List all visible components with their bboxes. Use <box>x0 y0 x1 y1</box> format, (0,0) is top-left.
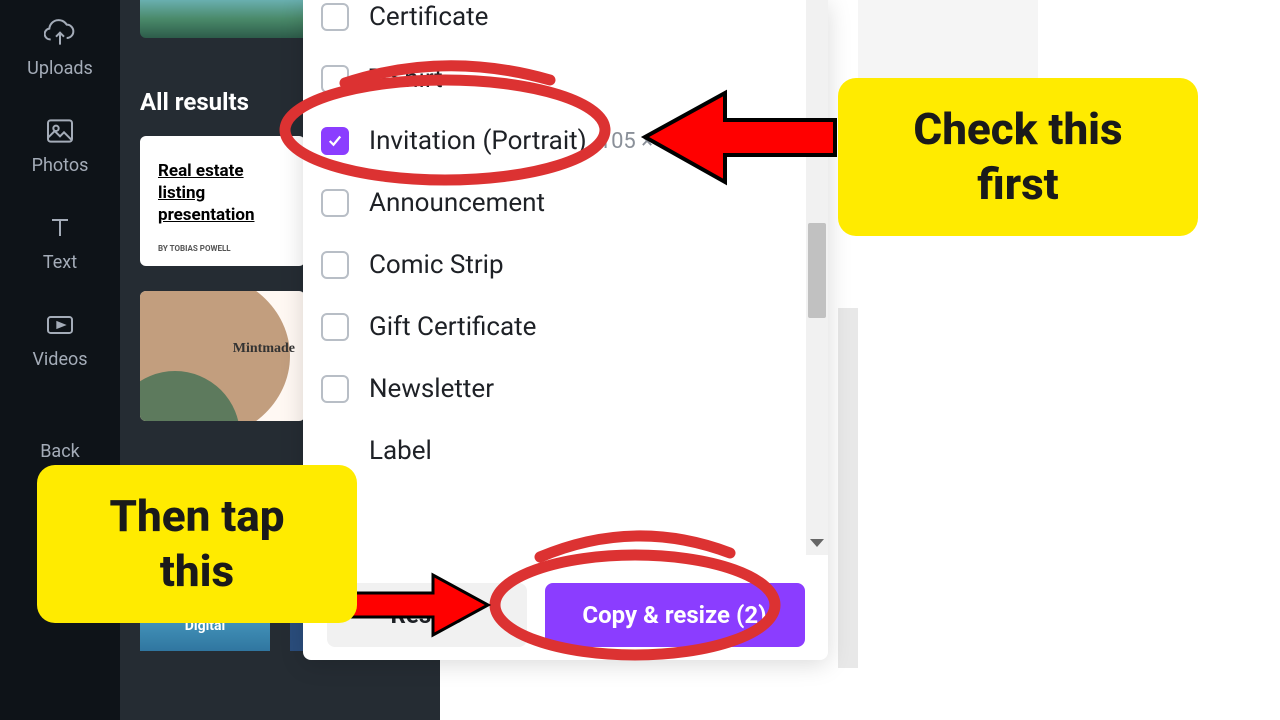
template-thumb[interactable] <box>140 0 310 38</box>
scrollbar[interactable] <box>806 0 828 555</box>
callout-then-tap: Then tap this <box>37 465 357 623</box>
uploads-icon <box>44 18 76 50</box>
callout-check-first: Check this first <box>838 78 1198 236</box>
arrow-icon <box>640 85 840 190</box>
sidebar-item-uploads[interactable]: Uploads <box>0 0 120 97</box>
sidebar-item-photos[interactable]: Photos <box>0 97 120 194</box>
template-thumb[interactable]: Mintmade <box>140 291 305 421</box>
resize-option-newsletter[interactable]: Newsletter <box>321 358 810 420</box>
resize-option-certificate[interactable]: Certificate <box>321 0 810 48</box>
resize-option-label[interactable]: Label <box>321 420 810 482</box>
sidebar-label: Text <box>43 252 77 273</box>
checkbox[interactable] <box>321 189 349 217</box>
checkbox[interactable] <box>321 65 349 93</box>
resize-option-comic-strip[interactable]: Comic Strip <box>321 234 810 296</box>
sidebar-label: Uploads <box>27 58 93 79</box>
sidebar-label: Photos <box>32 155 89 176</box>
resize-option-gift-certificate[interactable]: Gift Certificate <box>321 296 810 358</box>
checkbox[interactable] <box>321 375 349 403</box>
copy-resize-button[interactable]: Copy & resize (2) <box>545 583 805 647</box>
checkbox-checked[interactable] <box>321 127 349 155</box>
check-icon <box>326 132 344 150</box>
photos-icon <box>44 115 76 147</box>
checkbox[interactable] <box>321 313 349 341</box>
sidebar-item-videos[interactable]: Videos <box>0 291 120 388</box>
videos-icon <box>44 309 76 341</box>
checkbox[interactable] <box>321 251 349 279</box>
sidebar-label: Videos <box>32 349 87 370</box>
text-icon <box>44 212 76 244</box>
template-thumb[interactable]: Real estate listing presentation BY TOBI… <box>140 136 305 266</box>
checkbox[interactable] <box>321 3 349 31</box>
scrollbar-thumb[interactable] <box>808 223 826 318</box>
sidebar-item-text[interactable]: Text <box>0 194 120 291</box>
arrow-icon <box>338 570 493 640</box>
scroll-down-icon[interactable] <box>810 539 824 547</box>
resize-options-list: Certificate T-Shirt Invitation (Portrait… <box>303 0 828 555</box>
sidebar-label: Back <box>40 441 80 462</box>
